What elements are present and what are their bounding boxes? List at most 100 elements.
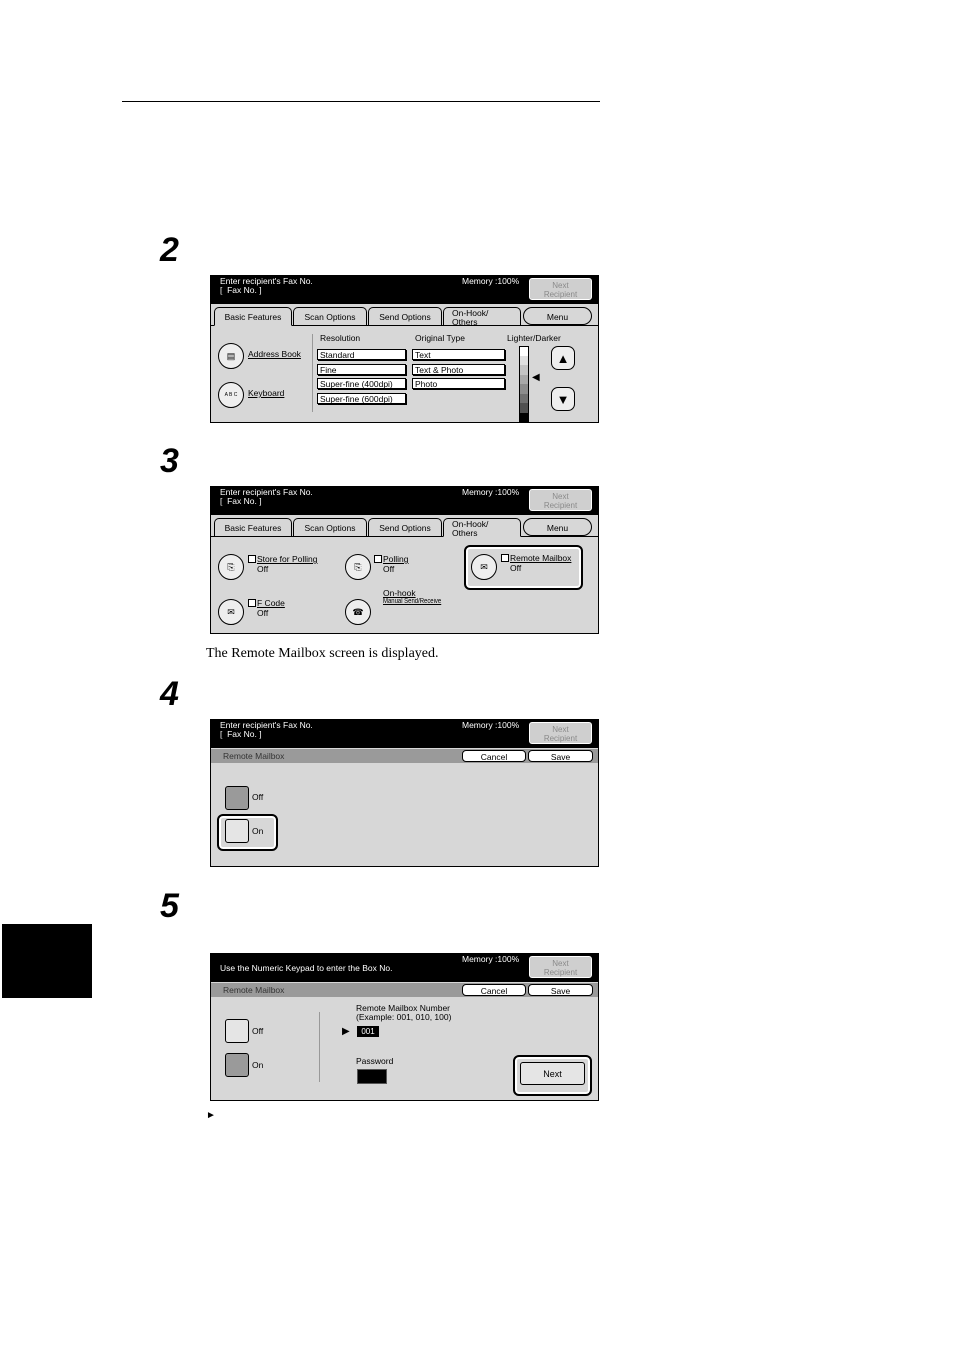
store-polling-status: Off bbox=[257, 564, 269, 574]
header-rule bbox=[122, 101, 600, 102]
fax-prompt: Enter recipient's Fax No. [ Fax No. ] bbox=[220, 720, 313, 739]
resolution-fine[interactable]: Fine bbox=[317, 364, 406, 375]
password-field[interactable] bbox=[357, 1069, 387, 1084]
resolution-400dpi[interactable]: Super-fine (400dpi) bbox=[317, 378, 406, 389]
density-level bbox=[519, 355, 529, 366]
original-type-title: Original Type bbox=[415, 333, 465, 343]
screen-title: Remote Mailbox bbox=[223, 751, 285, 761]
current-level-arrow-icon: ◀ bbox=[532, 372, 540, 383]
density-level bbox=[519, 403, 529, 413]
manual-page: 2 3 4 5 Enter recipient's Fax No. [ Fax … bbox=[0, 0, 954, 1351]
message-area: Enter recipient's Fax No. [ Fax No. ] Me… bbox=[211, 487, 598, 515]
message-area: Use the Numeric Keypad to enter the Box … bbox=[211, 954, 598, 982]
density-level bbox=[519, 374, 529, 385]
resolution-title: Resolution bbox=[320, 333, 361, 343]
store-polling-icon[interactable]: ⎘ bbox=[218, 554, 244, 580]
message-area: Enter recipient's Fax No. [ Fax No. ] Me… bbox=[211, 720, 598, 748]
save-button[interactable]: Save bbox=[528, 750, 593, 762]
polling-checkbox[interactable] bbox=[374, 555, 382, 563]
off-option-button[interactable] bbox=[225, 786, 249, 810]
remote-mailbox-number-screen: Use the Numeric Keypad to enter the Box … bbox=[210, 953, 599, 1101]
darker-down-button[interactable]: ▼ bbox=[551, 387, 575, 411]
off-option-label: Off bbox=[252, 1026, 264, 1036]
fax-on-hook-others-screen: Enter recipient's Fax No. [ Fax No. ] Me… bbox=[210, 486, 599, 634]
on-option-label: On bbox=[252, 826, 264, 836]
tab-basic-features[interactable]: Basic Features bbox=[214, 307, 292, 326]
manual-send-receive-label[interactable]: Manual Send/Receive bbox=[383, 598, 441, 605]
divider bbox=[319, 1012, 320, 1082]
keyboard-label[interactable]: Keyboard bbox=[248, 388, 284, 398]
f-code-icon[interactable]: ✉ bbox=[218, 599, 244, 625]
resolution-600dpi[interactable]: Super-fine (600dpi) bbox=[317, 393, 406, 404]
mailbox-icon[interactable]: ✉ bbox=[471, 554, 497, 580]
step-number: 2 bbox=[160, 231, 179, 269]
memory-status: Memory :100% bbox=[462, 487, 520, 497]
on-option-button[interactable] bbox=[225, 1053, 249, 1077]
on-option-button[interactable] bbox=[225, 819, 249, 843]
next-recipient-button[interactable]: Next Recipient bbox=[529, 722, 592, 744]
chapter-side-tab bbox=[2, 924, 92, 998]
lighter-darker-title: Lighter/Darker bbox=[507, 333, 561, 343]
polling-icon[interactable]: ⎘ bbox=[345, 554, 371, 580]
on-option-label: On bbox=[252, 1060, 264, 1070]
next-recipient-button[interactable]: Next Recipient bbox=[529, 278, 592, 300]
menu-button[interactable]: Menu bbox=[523, 518, 592, 536]
density-level bbox=[519, 393, 529, 404]
on-hook-label[interactable]: On-hook bbox=[383, 588, 416, 598]
original-type-photo[interactable]: Photo bbox=[412, 378, 505, 389]
f-code-label[interactable]: F Code bbox=[257, 598, 285, 608]
next-recipient-button[interactable]: Next Recipient bbox=[529, 489, 592, 511]
tab-basic-features[interactable]: Basic Features bbox=[214, 518, 292, 536]
password-label: Password bbox=[356, 1056, 394, 1066]
tab-scan-options[interactable]: Scan Options bbox=[293, 518, 367, 536]
save-button[interactable]: Save bbox=[528, 984, 593, 996]
divider bbox=[312, 334, 313, 412]
tab-on-hook-others[interactable]: On-Hook/ Others bbox=[443, 307, 521, 327]
screen-title: Remote Mailbox bbox=[223, 985, 285, 995]
tab-scan-options[interactable]: Scan Options bbox=[293, 307, 367, 325]
cancel-button[interactable]: Cancel bbox=[462, 750, 526, 762]
original-type-text-photo[interactable]: Text & Photo bbox=[412, 364, 505, 375]
remote-mailbox-status: Off bbox=[510, 563, 522, 573]
cancel-button[interactable]: Cancel bbox=[462, 984, 526, 996]
memory-status: Memory :100% bbox=[462, 954, 520, 964]
resolution-standard[interactable]: Standard bbox=[317, 349, 406, 360]
store-polling-label[interactable]: Store for Polling bbox=[257, 554, 317, 564]
fax-prompt: Enter recipient's Fax No. [ Fax No. ] bbox=[220, 276, 313, 295]
mailbox-number-field[interactable]: 001 bbox=[357, 1026, 379, 1037]
density-level bbox=[519, 346, 529, 356]
next-button[interactable]: Next bbox=[520, 1062, 585, 1085]
address-book-icon[interactable]: ▤ bbox=[218, 343, 244, 369]
mailbox-number-label: Remote Mailbox Number (Example: 001, 010… bbox=[356, 1003, 452, 1022]
fax-prompt: Enter recipient's Fax No. [ Fax No. ] bbox=[220, 487, 313, 506]
remote-mailbox-screen: Enter recipient's Fax No. [ Fax No. ] Me… bbox=[210, 719, 599, 867]
polling-label[interactable]: Polling bbox=[383, 554, 409, 564]
off-option-button[interactable] bbox=[225, 1019, 249, 1043]
memory-status: Memory :100% bbox=[462, 720, 520, 730]
remote-mailbox-checkbox[interactable] bbox=[501, 554, 509, 562]
tab-send-options[interactable]: Send Options bbox=[368, 518, 442, 536]
phone-icon[interactable]: ☎ bbox=[345, 599, 371, 625]
menu-button[interactable]: Menu bbox=[523, 307, 592, 325]
next-recipient-button[interactable]: Next Recipient bbox=[529, 956, 592, 978]
step3-caption: The Remote Mailbox screen is displayed. bbox=[206, 646, 439, 661]
f-code-checkbox[interactable] bbox=[248, 599, 256, 607]
store-polling-checkbox[interactable] bbox=[248, 555, 256, 563]
off-option-label: Off bbox=[252, 792, 264, 802]
keypad-prompt: Use the Numeric Keypad to enter the Box … bbox=[220, 963, 393, 973]
polling-status: Off bbox=[383, 564, 395, 574]
tab-on-hook-others[interactable]: On-Hook/ Others bbox=[443, 518, 521, 538]
remote-mailbox-label[interactable]: Remote Mailbox bbox=[510, 553, 571, 563]
step-number: 4 bbox=[160, 675, 179, 713]
memory-status: Memory :100% bbox=[462, 276, 520, 286]
lighter-up-button[interactable]: ▲ bbox=[551, 346, 575, 370]
density-level bbox=[519, 365, 529, 375]
original-type-text[interactable]: Text bbox=[412, 349, 505, 360]
f-code-status: Off bbox=[257, 608, 269, 618]
current-field-arrow-icon: ▶ bbox=[342, 1026, 350, 1037]
density-level bbox=[519, 384, 529, 394]
reference-bullet-icon: ► bbox=[206, 1110, 216, 1121]
address-book-label[interactable]: Address Book bbox=[248, 349, 301, 359]
tab-send-options[interactable]: Send Options bbox=[368, 307, 442, 325]
keyboard-icon[interactable]: A B C bbox=[218, 382, 244, 408]
